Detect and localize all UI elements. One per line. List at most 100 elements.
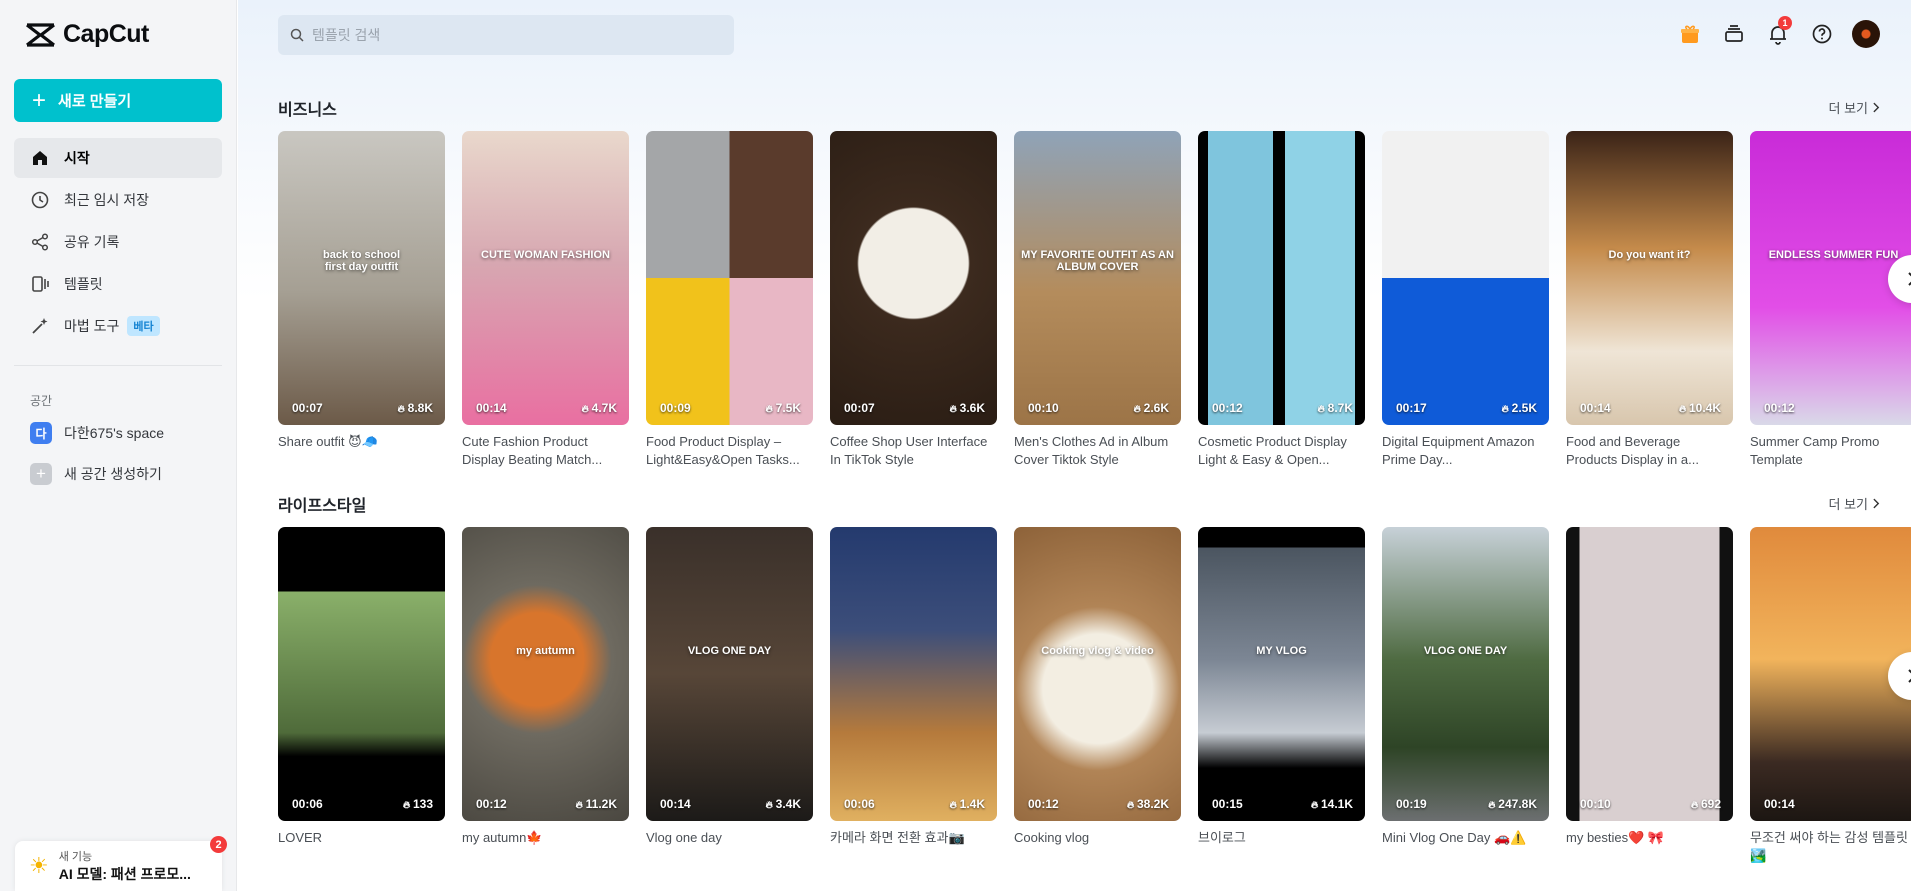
template-card[interactable]: 00:14 무조건 써야 하는 감성 템플릿🏞️ bbox=[1750, 527, 1911, 865]
template-card[interactable]: CUTE WOMAN FASHION 00:14 🔥︎ 4.7K Cute Fashi… bbox=[462, 131, 629, 469]
template-thumbnail[interactable]: MY VLOG 00:15 🔥︎ 14.1K bbox=[1198, 527, 1365, 821]
thumbnail-overlay-text: back to school first day outfit bbox=[322, 248, 401, 273]
usage-count-value: 8.8K bbox=[407, 401, 433, 415]
template-title[interactable]: Cooking vlog bbox=[1014, 829, 1181, 865]
template-thumbnail[interactable]: 00:06 🔥︎ 1.4K bbox=[830, 527, 997, 821]
template-card[interactable]: back to school first day outfit 00:07 🔥︎ 8… bbox=[278, 131, 445, 469]
usage-count-value: 14.1K bbox=[1320, 797, 1353, 811]
template-title[interactable]: Men's Clothes Ad in Album Cover Tiktok S… bbox=[1014, 433, 1181, 469]
template-thumbnail[interactable]: CUTE WOMAN FASHION 00:14 🔥︎ 4.7K bbox=[462, 131, 629, 425]
search-input[interactable] bbox=[312, 27, 712, 43]
bell-icon[interactable]: 1 bbox=[1764, 16, 1792, 48]
template-thumbnail[interactable]: 00:12 🔥︎ 8.7K bbox=[1198, 131, 1365, 425]
usage-count-value: 1.4K bbox=[959, 797, 985, 811]
template-card[interactable]: Cooking vlog & video 00:12 🔥︎ 38.2K Cooking… bbox=[1014, 527, 1181, 865]
template-card[interactable]: VLOG ONE DAY 00:14 🔥︎ 3.4K Vlog one day bbox=[646, 527, 813, 865]
thumbnail-overlay-text: VLOG ONE DAY bbox=[1423, 644, 1508, 657]
template-card[interactable]: 00:10 🔥︎ 692 my besties❤️ 🎀 bbox=[1566, 527, 1733, 865]
sidebar-item-magic-tools[interactable]: 마법 도구 베타 bbox=[14, 306, 222, 346]
usage-count: 🔥︎ 2.5K bbox=[1502, 401, 1537, 415]
template-thumbnail[interactable]: ENDLESS SUMMER FUN 00:12 bbox=[1750, 131, 1911, 425]
sidebar-item-templates[interactable]: 템플릿 bbox=[14, 264, 222, 304]
template-card[interactable]: VLOG ONE DAY 00:19 🔥︎ 247.8K Mini Vlog One … bbox=[1382, 527, 1549, 865]
usage-count: 🔥︎ 8.7K bbox=[1318, 401, 1353, 415]
template-icon bbox=[32, 276, 49, 292]
template-card[interactable]: ENDLESS SUMMER FUN 00:12 Summer Camp Promo… bbox=[1750, 131, 1911, 469]
template-thumbnail[interactable]: 00:10 🔥︎ 692 bbox=[1566, 527, 1733, 821]
create-space-label: 새 공간 생성하기 bbox=[64, 466, 162, 482]
top-toolbar: 1 bbox=[1676, 16, 1880, 48]
create-new-button[interactable]: + 새로 만들기 bbox=[14, 79, 222, 122]
template-title[interactable]: my besties❤️ 🎀 bbox=[1566, 829, 1733, 865]
sidebar-item-share-history[interactable]: 공유 기록 bbox=[14, 222, 222, 262]
template-title[interactable]: Digital Equipment Amazon Prime Day... bbox=[1382, 433, 1549, 469]
sidebar: CapCut + 새로 만들기 시작 최근 임시 저장 공유 기록 템플릿 마법… bbox=[0, 0, 237, 891]
template-title[interactable]: Summer Camp Promo Template bbox=[1750, 433, 1911, 469]
home-icon bbox=[33, 151, 47, 165]
template-title[interactable]: 무조건 써야 하는 감성 템플릿🏞️ bbox=[1750, 829, 1911, 865]
template-title[interactable]: my autumn🍁 bbox=[462, 829, 629, 865]
see-more-link[interactable]: 더 보기 bbox=[1829, 98, 1881, 117]
template-thumbnail[interactable]: 00:06 🔥︎ 133 bbox=[278, 527, 445, 821]
template-card[interactable]: MY FAVORITE OUTFIT AS AN ALBUM COVER 00:1… bbox=[1014, 131, 1181, 469]
template-card[interactable]: my autumn 00:12 🔥︎ 11.2K my autumn🍁 bbox=[462, 527, 629, 865]
capcut-logo[interactable]: CapCut bbox=[24, 20, 149, 49]
usage-count-value: 2.5K bbox=[1511, 401, 1537, 415]
template-title[interactable]: Mini Vlog One Day 🚗⚠️ bbox=[1382, 829, 1549, 865]
usage-count: 🔥︎ 7.5K bbox=[766, 401, 801, 415]
template-thumbnail[interactable]: 00:14 bbox=[1750, 527, 1911, 821]
template-thumbnail[interactable]: MY FAVORITE OUTFIT AS AN ALBUM COVER 00:1… bbox=[1014, 131, 1181, 425]
template-thumbnail[interactable]: Do you want it? 00:14 🔥︎ 10.4K bbox=[1566, 131, 1733, 425]
usage-count-value: 2.6K bbox=[1143, 401, 1169, 415]
template-title[interactable]: Vlog one day bbox=[646, 829, 813, 865]
layers-icon[interactable] bbox=[1720, 20, 1748, 48]
template-card[interactable]: 00:12 🔥︎ 8.7K Cosmetic Product Display Lig… bbox=[1198, 131, 1365, 469]
template-thumbnail[interactable]: my autumn 00:12 🔥︎ 11.2K bbox=[462, 527, 629, 821]
user-avatar[interactable] bbox=[1852, 20, 1880, 48]
usage-count: 🔥︎ 3.6K bbox=[950, 401, 985, 415]
template-carousel: 00:06 🔥︎ 133 LOVER my autumn 00:12 🔥︎ 11.2K my… bbox=[278, 527, 1911, 865]
template-title[interactable]: Food Product Display – Light&Easy&Open T… bbox=[646, 433, 813, 469]
template-title[interactable]: Share outfit 😈🧢 bbox=[278, 433, 445, 469]
thumbnail-overlay-text: MY VLOG bbox=[1256, 644, 1307, 657]
template-thumbnail[interactable]: VLOG ONE DAY 00:14 🔥︎ 3.4K bbox=[646, 527, 813, 821]
template-title[interactable]: Cute Fashion Product Display Beating Mat… bbox=[462, 433, 629, 469]
template-card[interactable]: 00:06 🔥︎ 1.4K 카메라 화면 전환 효과📷 bbox=[830, 527, 997, 865]
usage-count: 🔥︎ 8.8K bbox=[398, 401, 433, 415]
template-thumbnail[interactable]: VLOG ONE DAY 00:19 🔥︎ 247.8K bbox=[1382, 527, 1549, 821]
usage-count-value: 3.6K bbox=[959, 401, 985, 415]
template-title[interactable]: Food and Beverage Products Display in a.… bbox=[1566, 433, 1733, 469]
template-title[interactable]: 카메라 화면 전환 효과📷 bbox=[830, 829, 997, 865]
template-title[interactable]: Coffee Shop User Interface In TikTok Sty… bbox=[830, 433, 997, 469]
usage-count: 🔥︎ 2.6K bbox=[1134, 401, 1169, 415]
template-thumbnail[interactable]: 00:07 🔥︎ 3.6K bbox=[830, 131, 997, 425]
see-more-link[interactable]: 더 보기 bbox=[1829, 494, 1881, 513]
duration-label: 00:06 bbox=[844, 797, 875, 811]
template-search-bar[interactable] bbox=[278, 15, 734, 55]
template-thumbnail[interactable]: 00:17 🔥︎ 2.5K bbox=[1382, 131, 1549, 425]
usage-count-value: 11.2K bbox=[585, 797, 617, 811]
template-thumbnail[interactable]: 00:09 🔥︎ 7.5K bbox=[646, 131, 813, 425]
notification-badge: 1 bbox=[1778, 16, 1792, 30]
template-thumbnail[interactable]: back to school first day outfit 00:07 🔥︎ 8… bbox=[278, 131, 445, 425]
sidebar-item-recent-drafts[interactable]: 최근 임시 저장 bbox=[14, 180, 222, 220]
template-card[interactable]: Do you want it? 00:14 🔥︎ 10.4K Food and Bev… bbox=[1566, 131, 1733, 469]
template-card[interactable]: 00:06 🔥︎ 133 LOVER bbox=[278, 527, 445, 865]
chevron-right-icon bbox=[1873, 498, 1880, 509]
template-thumbnail[interactable]: Cooking vlog & video 00:12 🔥︎ 38.2K bbox=[1014, 527, 1181, 821]
space-item[interactable]: 다 다한675's space bbox=[30, 421, 164, 445]
new-feature-card[interactable]: ☀ 새 기능 AI 모델: 패션 프로모... 2 bbox=[15, 836, 227, 891]
template-title[interactable]: LOVER bbox=[278, 829, 445, 865]
gift-icon[interactable] bbox=[1676, 20, 1704, 48]
sidebar-item-home[interactable]: 시작 bbox=[14, 138, 222, 178]
template-card[interactable]: 00:07 🔥︎ 3.6K Coffee Shop User Interface I… bbox=[830, 131, 997, 469]
usage-count-value: 3.4K bbox=[775, 797, 801, 811]
template-card[interactable]: 00:09 🔥︎ 7.5K Food Product Display – Light… bbox=[646, 131, 813, 469]
usage-count-value: 692 bbox=[1700, 797, 1721, 811]
create-space-button[interactable]: + 새 공간 생성하기 bbox=[30, 462, 162, 486]
help-icon[interactable] bbox=[1808, 20, 1836, 48]
template-title[interactable]: 브이로그 bbox=[1198, 829, 1365, 865]
template-card[interactable]: MY VLOG 00:15 🔥︎ 14.1K 브이로그 bbox=[1198, 527, 1365, 865]
template-title[interactable]: Cosmetic Product Display Light & Easy & … bbox=[1198, 433, 1365, 469]
template-card[interactable]: 00:17 🔥︎ 2.5K Digital Equipment Amazon Pri… bbox=[1382, 131, 1549, 469]
